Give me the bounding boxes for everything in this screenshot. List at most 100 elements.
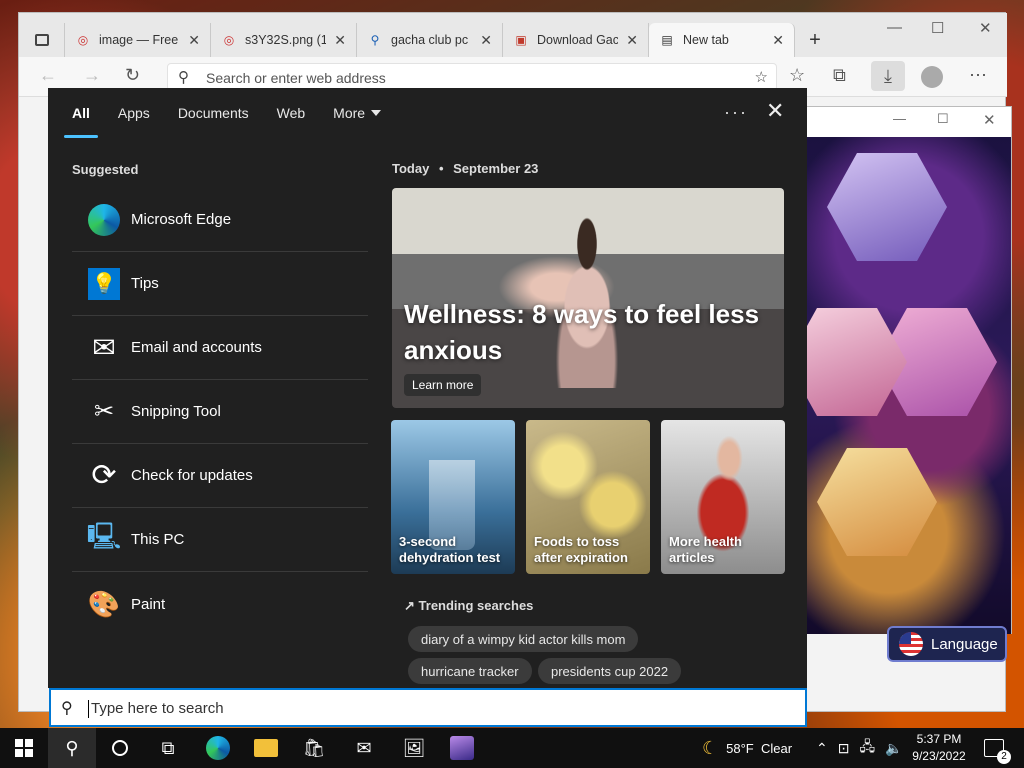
news-card-dehydration[interactable]: 3-second dehydration test [391,420,515,574]
camera-icon[interactable]: ⊡ [838,740,850,757]
taskbar-edge[interactable] [194,728,242,768]
address-bar[interactable]: ⚲ Search or enter web address ☆ [167,63,777,91]
volume-icon[interactable]: 🔈 [885,740,902,757]
tab-label: All [72,105,90,121]
mail-icon: ✉ [356,737,372,758]
taskbar-search-box[interactable]: ⚲ Type here to search [49,688,807,727]
maximize-icon[interactable]: ☐ [931,19,944,37]
close-tab-icon[interactable]: ✕ [480,32,492,49]
chevron-down-icon [371,110,382,116]
trending-icon: ↗ [404,598,415,613]
notification-icon: 2 [984,739,1011,764]
cortana-button[interactable] [96,728,144,768]
tab-image-free[interactable]: ◎ image — Free ✕ [65,23,211,57]
news-card-health[interactable]: More health articles [661,420,785,574]
tab-label: Download Gac [537,33,619,47]
close-icon[interactable]: ✕ [766,98,784,124]
back-icon[interactable]: ← [39,65,57,86]
language-button[interactable]: Language [887,626,1007,662]
maximize-icon[interactable]: ☐ [937,111,949,127]
favorites-icon[interactable]: ☆ [789,65,805,86]
minimize-icon[interactable]: — [887,19,902,36]
tab-apps[interactable]: Apps [118,88,150,138]
tips-icon: 💡 [87,267,121,301]
tab-bar: ◎ image — Free ✕ ◎ s3Y32S.png (17 ✕ ⚲ ga… [19,13,1007,57]
tab-more[interactable]: More [333,88,382,138]
suggestion-check-updates[interactable]: ⟳ Check for updates [72,444,368,508]
close-window-icon[interactable]: ✕ [979,19,992,37]
forward-icon[interactable]: → [83,65,101,86]
trending-chip[interactable]: diary of a wimpy kid actor kills mom [408,626,639,652]
tab-png[interactable]: ◎ s3Y32S.png (17 ✕ [211,23,357,57]
close-tab-icon[interactable]: ✕ [772,32,784,49]
character-portrait [827,153,947,261]
tab-web[interactable]: Web [277,88,306,138]
trending-chip[interactable]: presidents cup 2022 [538,658,682,684]
taskbar-mail[interactable]: ✉ [340,728,388,768]
plus-icon: + [809,28,821,51]
trending-chip[interactable]: hurricane tracker [408,658,532,684]
minimize-icon[interactable]: — [893,111,906,126]
network-icon[interactable]: 🖧 [859,736,875,760]
notification-center-button[interactable]: 2 [984,728,1011,768]
tab-actions-button[interactable] [19,23,65,57]
language-label: Language [931,635,998,653]
refresh-icon[interactable]: ↻ [125,65,140,86]
tab-gacha-search[interactable]: ⚲ gacha club pc ✕ [357,23,503,57]
downloads-icon[interactable]: ⤓ [871,61,905,91]
moon-icon: ☾ [702,737,719,758]
taskbar-file-explorer[interactable] [242,728,290,768]
news-card-foods[interactable]: Foods to toss after expiration [526,420,650,574]
date-label: September 23 [453,161,539,176]
suggestion-label: Microsoft Edge [131,211,232,228]
more-options-icon[interactable]: ⋯ [969,65,987,86]
image-tab-icon: ◎ [223,33,235,47]
notification-count: 2 [997,750,1011,764]
add-favorite-icon[interactable]: ☆ [755,68,768,86]
task-view-icon: ⧉ [161,737,175,758]
tab-download-gacha[interactable]: ▣ Download Gac ✕ [503,23,649,57]
suggestion-label: Check for updates [131,467,253,484]
tab-label: Web [276,105,306,121]
clock-time: 5:37 PM [916,732,962,746]
suggestion-microsoft-edge[interactable]: Microsoft Edge [72,188,368,252]
task-view-button[interactable]: ⧉ [144,728,192,768]
suggestion-tips[interactable]: 💡 Tips [72,252,368,316]
learn-more-button[interactable]: Learn more [404,374,482,396]
suggestion-snipping-tool[interactable]: ✂ Snipping Tool [72,380,368,444]
suggestion-label: This PC [131,531,185,548]
suggestion-email-accounts[interactable]: ✉ Email and accounts [72,316,368,380]
suggestion-label: Snipping Tool [131,403,221,420]
folder-icon [254,739,278,757]
weather-widget[interactable]: ☾ 58°F Clear [702,728,792,768]
suggestion-this-pc[interactable]: 🖳 This PC [72,508,368,572]
search-placeholder: Type here to search [91,700,224,717]
hero-news-card[interactable]: Wellness: 8 ways to feel less anxious Le… [392,188,784,408]
search-icon: ⚲ [65,737,79,758]
update-icon: ⟳ [91,459,117,492]
weather-text: 58°F Clear [726,740,793,756]
close-tab-icon[interactable]: ✕ [188,32,200,49]
tab-documents[interactable]: Documents [178,88,249,138]
address-placeholder: Search or enter web address [206,70,386,86]
clock[interactable]: 5:37 PM 9/23/2022 [906,731,972,765]
suggestion-label: Paint [131,595,166,613]
chevron-up-icon[interactable]: ⌃ [816,740,828,757]
close-tab-icon[interactable]: ✕ [334,32,346,49]
taskbar-photos[interactable]: 🖼 [390,728,438,768]
suggestion-paint[interactable]: 🎨 Paint [72,572,368,636]
close-tab-icon[interactable]: ✕ [626,32,638,49]
clock-date: 9/23/2022 [912,749,966,763]
profile-avatar[interactable] [921,66,943,88]
collections-icon[interactable]: ⧉ [833,65,846,86]
search-button[interactable]: ⚲ [48,728,96,768]
taskbar-store[interactable]: 🛍 [290,728,338,768]
start-button[interactable] [0,728,48,768]
close-window-icon[interactable]: ✕ [983,111,996,129]
gacha-app-icon [450,736,474,760]
new-tab-button[interactable]: + [795,23,835,57]
tab-new-tab[interactable]: ▤ New tab ✕ [649,23,795,57]
tab-all[interactable]: All [64,88,98,138]
more-options-icon[interactable]: ··· [724,102,748,123]
taskbar-gacha-app[interactable] [438,728,486,768]
